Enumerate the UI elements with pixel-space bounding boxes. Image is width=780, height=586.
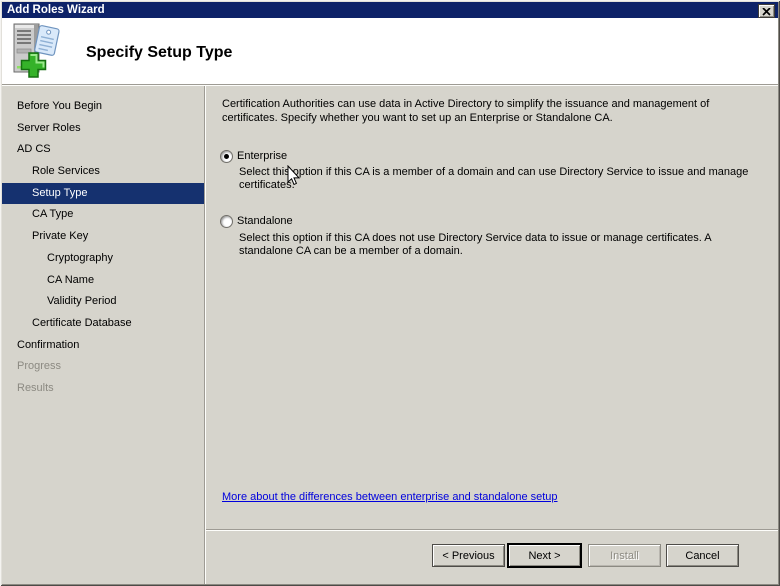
sidebar-item-ad-cs: AD CS [2, 139, 204, 161]
close-button[interactable] [758, 4, 775, 18]
close-icon [762, 4, 771, 19]
title-bar[interactable]: Add Roles Wizard [2, 2, 778, 18]
wizard-header: Specify Setup Type [2, 18, 778, 84]
enterprise-radio[interactable] [220, 150, 233, 163]
window-title: Add Roles Wizard [7, 4, 105, 16]
standalone-radio-label[interactable]: Standalone [237, 214, 293, 228]
install-button: Install [588, 544, 661, 567]
standalone-radio[interactable] [220, 215, 233, 228]
page-content: Certification Authorities can use data i… [206, 86, 778, 584]
sidebar-item-role-services: Role Services [2, 161, 204, 183]
standalone-description: Select this option if this CA does not u… [239, 232, 764, 258]
add-roles-wizard-window: Add Roles Wizard [0, 0, 780, 586]
wizard-steps-list: Before You Begin Server Roles AD CS Role… [2, 96, 204, 400]
sidebar-item-ca-name: CA Name [2, 270, 204, 292]
sidebar-item-private-key: Private Key [2, 226, 204, 248]
more-about-setup-link[interactable]: More about the differences between enter… [222, 491, 558, 503]
sidebar-item-cryptography: Cryptography [2, 248, 204, 270]
cancel-button[interactable]: Cancel [666, 544, 739, 567]
sidebar-item-confirmation: Confirmation [2, 335, 204, 357]
sidebar-item-progress: Progress [2, 356, 204, 378]
sidebar-item-ca-type: CA Type [2, 204, 204, 226]
sidebar-item-setup-type: Setup Type [2, 183, 204, 205]
sidebar-item-certificate-database: Certificate Database [2, 313, 204, 335]
sidebar-item-validity-period: Validity Period [2, 291, 204, 313]
page-title: Specify Setup Type [86, 44, 232, 62]
footer-divider [206, 529, 778, 531]
enterprise-description: Select this option if this CA is a membe… [239, 166, 764, 192]
radio-dot [224, 154, 229, 159]
previous-button[interactable]: < Previous [432, 544, 505, 567]
wizard-steps-sidebar: Before You Begin Server Roles AD CS Role… [2, 86, 204, 584]
sidebar-item-before-you-begin: Before You Begin [2, 96, 204, 118]
enterprise-radio-label[interactable]: Enterprise [237, 149, 287, 163]
next-button[interactable]: Next > [508, 544, 581, 567]
sidebar-item-results: Results [2, 378, 204, 400]
sidebar-item-server-roles: Server Roles [2, 118, 204, 140]
intro-text: Certification Authorities can use data i… [222, 98, 767, 125]
server-add-icon [9, 22, 63, 81]
